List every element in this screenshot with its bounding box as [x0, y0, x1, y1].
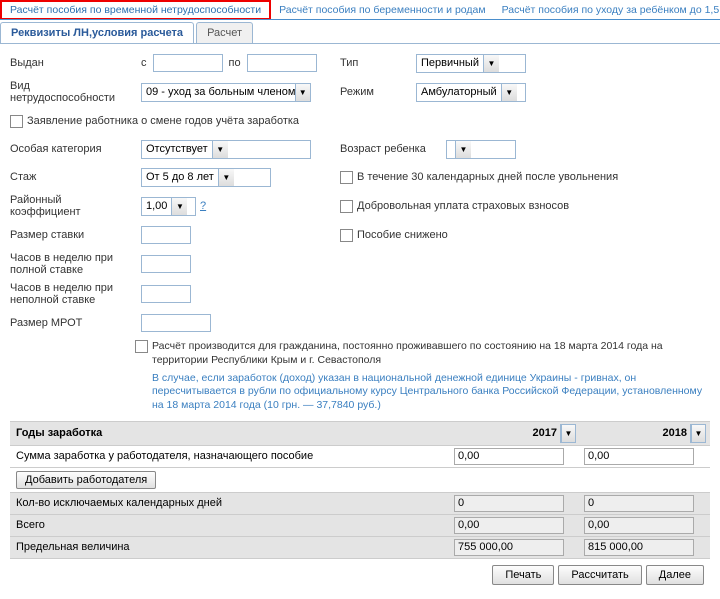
help-link[interactable]: ?: [200, 200, 206, 212]
top-nav: Расчёт пособия по временной нетрудоспосо…: [0, 0, 720, 20]
label-to: по: [229, 57, 241, 69]
chevron-down-icon[interactable]: ▼: [218, 169, 234, 186]
label-hours-part: Часов в неделю при неполной ставке: [10, 282, 135, 306]
next-button[interactable]: Далее: [646, 565, 704, 585]
row-earn-label: Сумма заработка у работодателя, назначаю…: [10, 446, 450, 467]
earnings-grid: Годы заработка 2017 ▼ 2018 ▼ Сумма зараб…: [10, 421, 710, 559]
tab-bar: Реквизиты ЛН,условия расчета Расчет: [0, 22, 720, 44]
label-hours-full: Часов в неделю при полной ставке: [10, 252, 135, 276]
label-special-category: Особая категория: [10, 143, 135, 155]
input-earn-y1[interactable]: [454, 448, 564, 465]
year1-value: 2017: [533, 427, 557, 439]
input-rate-size[interactable]: [141, 226, 191, 244]
select-special-category[interactable]: Отсутствует ▼: [141, 140, 311, 159]
label-mode: Режим: [340, 86, 410, 98]
label-type: Тип: [340, 57, 410, 69]
ukraine-note: В случае, если заработок (доход) указан …: [10, 372, 710, 413]
select-year1[interactable]: ▼: [560, 424, 576, 443]
label-issued: Выдан: [10, 57, 135, 69]
select-seniority[interactable]: От 5 до 8 лет ▼: [141, 168, 271, 187]
select-type[interactable]: Первичный ▼: [416, 54, 526, 73]
excl-y2: 0: [584, 495, 694, 512]
nav-maternity[interactable]: Расчёт пособия по беременности и родам: [271, 2, 494, 18]
chevron-down-icon[interactable]: ▼: [171, 198, 187, 215]
input-date-from[interactable]: [153, 54, 223, 72]
nav-childcare[interactable]: Расчёт пособия по уходу за ребёнком до 1…: [494, 2, 720, 18]
label-employee-statement: Заявление работника о смене годов учёта …: [27, 115, 299, 127]
select-mode[interactable]: Амбулаторный ▼: [416, 83, 526, 102]
grid-header-label: Годы заработка: [10, 422, 450, 445]
total-y2: 0,00: [584, 517, 694, 534]
chevron-down-icon[interactable]: ▼: [691, 425, 705, 442]
select-disability-kind[interactable]: 09 - уход за больным членом ▼: [141, 83, 311, 102]
chevron-down-icon[interactable]: ▼: [483, 55, 499, 72]
input-date-to[interactable]: [247, 54, 317, 72]
excl-y1: 0: [454, 495, 564, 512]
label-disability-kind: Вид нетрудоспособности: [10, 80, 135, 104]
label-within30: В течение 30 календарных дней после увол…: [357, 171, 618, 183]
label-mrot: Размер МРОТ: [10, 317, 135, 329]
select-child-age[interactable]: ▼: [446, 140, 516, 159]
label-crimea-note: Расчёт производится для гражданина, пост…: [152, 340, 710, 367]
row-excl-label: Кол-во исключаемых календарных дней: [10, 493, 450, 514]
label-voluntary: Добровольная уплата страховых взносов: [357, 200, 569, 212]
add-employer-button[interactable]: Добавить работодателя: [16, 471, 156, 489]
row-total-label: Всего: [10, 515, 450, 536]
limit-y2: 815 000,00: [584, 539, 694, 556]
input-hours-part[interactable]: [141, 285, 191, 303]
select-year2[interactable]: ▼: [690, 424, 706, 443]
nav-temp-disability[interactable]: Расчёт пособия по временной нетрудоспосо…: [0, 0, 271, 20]
input-earn-y2[interactable]: [584, 448, 694, 465]
calculate-button[interactable]: Рассчитать: [558, 565, 641, 585]
label-seniority: Стаж: [10, 171, 135, 183]
button-row: Печать Рассчитать Далее: [10, 559, 710, 591]
label-from: с: [141, 57, 147, 69]
row-limit-label: Предельная величина: [10, 537, 450, 558]
checkbox-employee-statement[interactable]: [10, 115, 23, 128]
label-child-age: Возраст ребенка: [340, 143, 440, 155]
chevron-down-icon[interactable]: ▼: [455, 141, 471, 158]
tab-requisites[interactable]: Реквизиты ЛН,условия расчета: [0, 22, 194, 43]
select-regional[interactable]: 1,00 ▼: [141, 197, 196, 216]
label-regional: Районный коэффициент: [10, 194, 135, 218]
chevron-down-icon[interactable]: ▼: [561, 425, 575, 442]
checkbox-voluntary[interactable]: [340, 200, 353, 213]
form-area: Выдан с по Тип Первичный ▼ Вид нетрудосп…: [0, 44, 720, 599]
print-button[interactable]: Печать: [492, 565, 554, 585]
checkbox-crimea[interactable]: [135, 340, 148, 353]
total-y1: 0,00: [454, 517, 564, 534]
chevron-down-icon[interactable]: ▼: [295, 84, 311, 101]
chevron-down-icon[interactable]: ▼: [501, 84, 517, 101]
label-rate-size: Размер ставки: [10, 229, 135, 241]
input-mrot[interactable]: [141, 314, 211, 332]
chevron-down-icon[interactable]: ▼: [212, 141, 228, 158]
limit-y1: 755 000,00: [454, 539, 564, 556]
label-benefit-reduced: Пособие снижено: [357, 229, 448, 241]
checkbox-benefit-reduced[interactable]: [340, 229, 353, 242]
input-hours-full[interactable]: [141, 255, 191, 273]
tab-calculation[interactable]: Расчет: [196, 22, 253, 43]
checkbox-within30[interactable]: [340, 171, 353, 184]
year2-value: 2018: [663, 427, 687, 439]
